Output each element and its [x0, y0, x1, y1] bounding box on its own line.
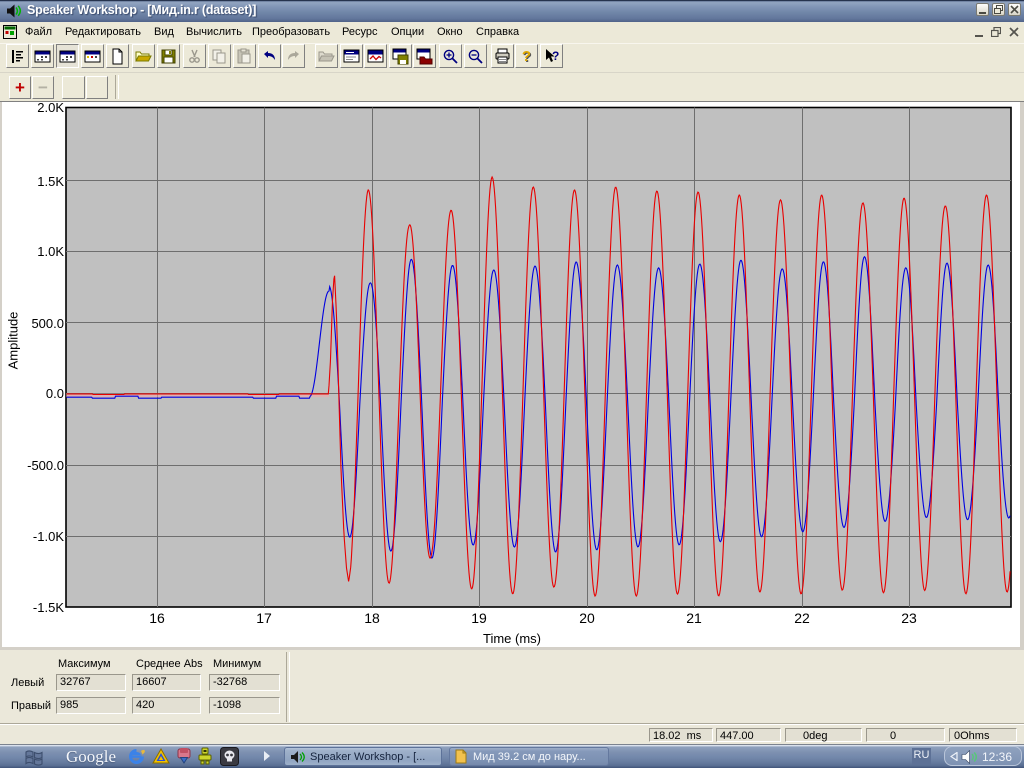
svg-text:?: ?	[552, 49, 559, 63]
